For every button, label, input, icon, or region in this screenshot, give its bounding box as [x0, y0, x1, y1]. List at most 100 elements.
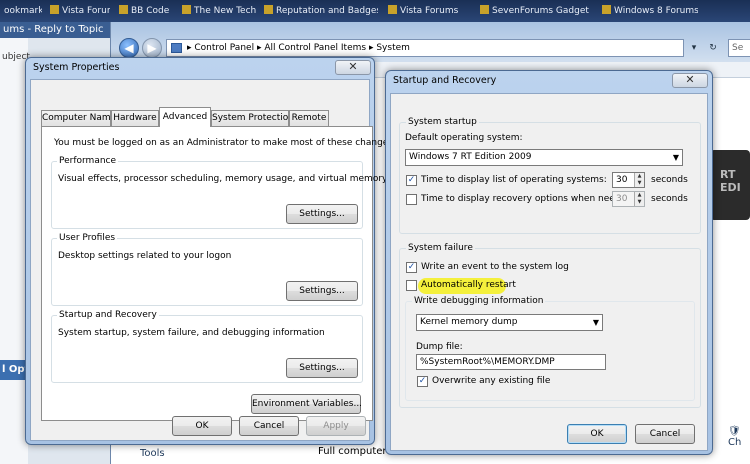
breadcrumb-item[interactable]: All Control Panel Items: [264, 43, 366, 53]
tab-label: The New Tech: [194, 6, 256, 16]
write-event-checkbox[interactable]: ✓: [406, 262, 417, 273]
apply-button[interactable]: Apply: [306, 416, 366, 436]
default-os-select[interactable]: Windows 7 RT Edition 2009 ▼: [405, 149, 683, 166]
group-title: Performance: [57, 156, 119, 166]
select-value: Kernel memory dump: [420, 317, 518, 327]
forum-icon: [119, 5, 128, 14]
tab-system-protection[interactable]: System Protection: [211, 110, 294, 126]
browser-left-area: ubject: [0, 38, 30, 464]
group-description: Visual effects, processor scheduling, me…: [58, 174, 388, 184]
group-description: System startup, system failure, and debu…: [58, 328, 325, 338]
tab-computer-name[interactable]: Computer Name: [41, 110, 116, 126]
browser-tab[interactable]: Vista Forums: [384, 3, 470, 19]
group-title: Startup and Recovery: [57, 310, 159, 320]
time-list-checkbox[interactable]: ✓: [406, 175, 417, 186]
time-recovery-spinner[interactable]: 30 ▲ ▼: [612, 191, 645, 207]
seconds-label: seconds: [651, 194, 688, 204]
address-dropdown-icon[interactable]: ▾: [686, 39, 702, 57]
system-properties-client: Computer Name Hardware Advanced System P…: [30, 79, 396, 441]
back-button[interactable]: ◀: [119, 38, 139, 58]
search-input[interactable]: Se: [728, 39, 750, 57]
startup-recovery-client: System startup Default operating system:…: [390, 93, 708, 451]
breadcrumb-item[interactable]: Control Panel: [194, 43, 254, 53]
auto-restart-label: Automatically restart: [421, 280, 516, 290]
address-bar[interactable]: ▸ Control Panel ▸ All Control Panel Item…: [166, 39, 684, 57]
admin-note: You must be logged on as an Administrato…: [54, 138, 396, 148]
tab-remote[interactable]: Remote: [289, 110, 329, 126]
auto-restart-checkbox[interactable]: [406, 280, 417, 291]
tab-advanced[interactable]: Advanced: [159, 107, 211, 127]
write-event-label: Write an event to the system log: [421, 262, 569, 272]
time-list-label: Time to display list of operating system…: [421, 175, 607, 185]
cancel-button[interactable]: Cancel: [239, 416, 299, 436]
forum-icon: [50, 5, 59, 14]
ok-button[interactable]: OK: [567, 424, 627, 444]
tab-label: Vista Forums: [62, 6, 110, 16]
refresh-icon[interactable]: ↻: [705, 39, 721, 57]
default-os-label: Default operating system:: [405, 133, 523, 143]
time-recovery-checkbox[interactable]: [406, 194, 417, 205]
browser-tab[interactable]: Reputation and Badges: [260, 3, 378, 19]
tab-hardware[interactable]: Hardware: [111, 110, 159, 126]
browser-tab[interactable]: SevenForums Gadget: [476, 3, 594, 19]
time-list-spinner[interactable]: 30 ▲ ▼: [612, 172, 645, 188]
edition-logo-text: RT EDI: [720, 168, 741, 194]
forward-button[interactable]: ▶: [142, 38, 162, 58]
time-recovery-label: Time to display recovery options when ne…: [421, 194, 635, 204]
ok-button[interactable]: OK: [172, 416, 232, 436]
change-settings-link[interactable]: 🛡Ch: [728, 426, 750, 448]
select-value: Windows 7 RT Edition 2009: [409, 152, 532, 162]
browser-window-title: ums - Reply to Topic: [0, 22, 110, 38]
spinner-value: 30: [616, 175, 628, 185]
chevron-down-icon: ▼: [672, 153, 679, 162]
dump-file-input[interactable]: %SystemRoot%\MEMORY.DMP: [416, 354, 606, 370]
system-startup-group: System startup Default operating system:…: [399, 117, 701, 234]
overwrite-checkbox[interactable]: ✓: [417, 376, 428, 387]
browser-tab[interactable]: Vista Forums: [46, 3, 110, 19]
shield-icon: 🛡: [728, 426, 741, 437]
debug-info-group: Write debugging information Kernel memor…: [405, 296, 695, 401]
user-profiles-settings-button[interactable]: Settings...: [286, 281, 358, 301]
cancel-button[interactable]: Cancel: [635, 424, 695, 444]
spinner-arrows-icon[interactable]: ▲ ▼: [634, 192, 644, 206]
spinner-arrows-icon[interactable]: ▲ ▼: [634, 173, 644, 187]
system-failure-group: System failure ✓ Write an event to the s…: [399, 243, 701, 408]
group-title: User Profiles: [57, 233, 118, 243]
tab-label: BB Code: [131, 6, 170, 16]
control-panel-icon: [171, 43, 182, 53]
breadcrumb-item[interactable]: System: [376, 43, 410, 53]
tab-label: SevenForums Gadget: [492, 6, 589, 16]
debug-type-select[interactable]: Kernel memory dump ▼: [416, 314, 603, 331]
overwrite-label: Overwrite any existing file: [432, 376, 551, 386]
tools-link[interactable]: Tools: [140, 448, 165, 459]
browser-tab[interactable]: Windows 8 Forums: [598, 3, 698, 19]
window-title: System Properties: [33, 62, 120, 73]
browser-tab-strip: ookmarks Vista Forums BB Code The New Te…: [0, 0, 750, 22]
spinner-value: 30: [616, 194, 628, 204]
startup-recovery-settings-button[interactable]: Settings...: [286, 358, 358, 378]
forum-icon: [264, 5, 273, 14]
environment-variables-button[interactable]: Environment Variables...: [251, 394, 362, 414]
close-icon[interactable]: ✕: [672, 73, 708, 88]
startup-recovery-window: Startup and Recovery ✕ System startup De…: [385, 70, 713, 455]
edition-logo: RT EDI: [710, 150, 750, 220]
left-options-bar[interactable]: l Opt: [0, 360, 28, 380]
performance-settings-button[interactable]: Settings...: [286, 204, 358, 224]
system-properties-window: System Properties ✕ Computer Name Hardwa…: [25, 57, 396, 445]
forum-icon: [182, 5, 191, 14]
chevron-down-icon: ▼: [592, 318, 599, 327]
tab-label: Windows 8 Forums: [614, 6, 698, 16]
browser-tab[interactable]: ookmarks: [0, 3, 42, 19]
window-title: Startup and Recovery: [393, 75, 497, 86]
tab-label: Vista Forums: [400, 6, 459, 16]
group-title: System failure: [406, 243, 475, 253]
forum-icon: [388, 5, 397, 14]
user-profiles-group: User Profiles Desktop settings related t…: [51, 233, 363, 306]
browser-tab[interactable]: The New Tech: [178, 3, 256, 19]
forum-icon: [480, 5, 489, 14]
seconds-label: seconds: [651, 175, 688, 185]
close-icon[interactable]: ✕: [335, 60, 371, 75]
group-title: Write debugging information: [412, 296, 546, 306]
tab-label: ookmarks: [4, 6, 42, 16]
browser-tab[interactable]: BB Code: [115, 3, 173, 19]
